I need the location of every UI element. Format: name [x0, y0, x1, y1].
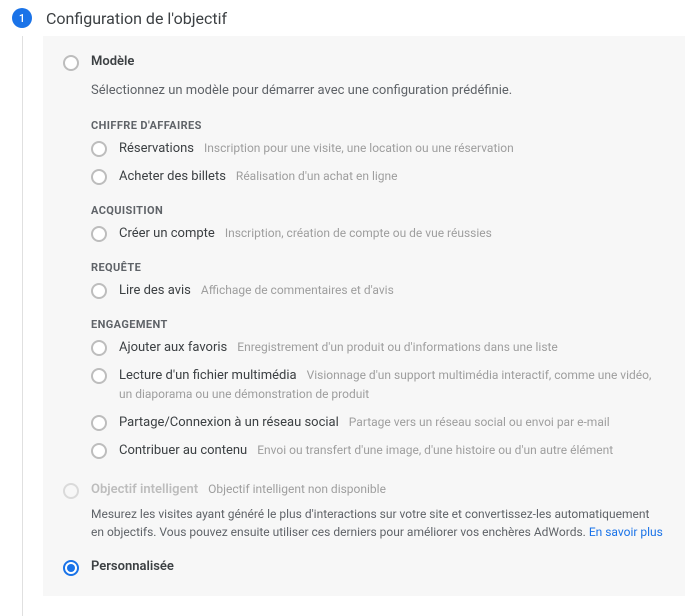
category-title: CHIFFRE D'AFFAIRES — [91, 119, 665, 132]
template-option[interactable]: Lecture d'un fichier multimédiaVisionnag… — [91, 367, 665, 403]
radio-template[interactable] — [91, 443, 107, 459]
template-text: Lecture d'un fichier multimédiaVisionnag… — [119, 367, 665, 403]
radio-template[interactable] — [91, 169, 107, 185]
template-category: ACQUISITION Créer un compte Inscription, c… — [91, 204, 665, 243]
step-number-badge: 1 — [12, 8, 32, 28]
template-text: Créer un compte Inscription, création de … — [119, 225, 665, 243]
step-title: Configuration de l'objectif — [46, 9, 227, 28]
radio-template[interactable] — [91, 340, 107, 356]
category-title: ACQUISITION — [91, 204, 665, 217]
option-model[interactable]: Modèle — [63, 54, 665, 71]
model-help-text: Sélectionnez un modèle pour démarrer ave… — [91, 81, 665, 101]
template-option[interactable]: Lire des avis Affichage de commentaires e… — [91, 282, 665, 300]
option-smart-goal: Objectif intelligent Objectif intelligen… — [63, 482, 665, 499]
template-text: Ajouter aux favoris Enregistrement d'un p… — [119, 339, 665, 357]
template-option[interactable]: Créer un compte Inscription, création de … — [91, 225, 665, 243]
learn-more-link[interactable]: En savoir plus — [589, 525, 663, 539]
template-option[interactable]: Réservations Inscription pour une visite,… — [91, 140, 665, 158]
template-option[interactable]: Partage/Connexion à un réseau social Part… — [91, 414, 665, 432]
template-option[interactable]: Acheter des billets Réalisation d'un acha… — [91, 168, 665, 186]
template-description: Enregistrement d'un produit ou d'informa… — [237, 340, 558, 354]
option-custom[interactable]: Personnalisée — [63, 559, 665, 576]
goal-panel: Modèle Sélectionnez un modèle pour démar… — [43, 36, 685, 596]
template-name: Acheter des billets — [119, 169, 226, 184]
template-name: Créer un compte — [119, 226, 215, 241]
option-model-label: Modèle — [91, 54, 134, 69]
template-text: Lire des avis Affichage de commentaires e… — [119, 282, 665, 300]
radio-template[interactable] — [91, 226, 107, 242]
template-name: Contribuer au contenu — [119, 443, 247, 458]
option-smart-hint: Objectif intelligent non disponible — [208, 482, 386, 496]
template-category: REQUÊTE Lire des avis Affichage de comment… — [91, 261, 665, 300]
step-body: Modèle Sélectionnez un modèle pour démar… — [22, 36, 685, 616]
template-category: ENGAGEMENT Ajouter aux favoris Enregistrem… — [91, 318, 665, 460]
template-description: Envoi ou transfert d'une image, d'une hi… — [257, 443, 613, 457]
option-smart-label: Objectif intelligent — [91, 482, 198, 497]
radio-template[interactable] — [91, 283, 107, 299]
template-option[interactable]: Ajouter aux favoris Enregistrement d'un p… — [91, 339, 665, 357]
template-description: Inscription, création de compte ou de vu… — [225, 226, 492, 240]
radio-template[interactable] — [91, 141, 107, 157]
radio-template[interactable] — [91, 368, 107, 384]
template-text: Réservations Inscription pour une visite,… — [119, 140, 665, 158]
step-header[interactable]: 1 Configuration de l'objectif — [0, 0, 685, 36]
radio-model[interactable] — [63, 55, 79, 71]
category-title: REQUÊTE — [91, 261, 665, 274]
template-text: Acheter des billets Réalisation d'un acha… — [119, 168, 665, 186]
template-name: Ajouter aux favoris — [119, 340, 227, 355]
template-name: Réservations — [119, 141, 194, 156]
template-text: Partage/Connexion à un réseau social Part… — [119, 414, 665, 432]
template-name: Lire des avis — [119, 283, 191, 298]
radio-smart-goal — [63, 483, 79, 499]
radio-template[interactable] — [91, 415, 107, 431]
option-custom-label: Personnalisée — [91, 559, 174, 574]
category-title: ENGAGEMENT — [91, 318, 665, 331]
template-description: Partage vers un réseau social ou envoi p… — [349, 415, 610, 429]
smart-desc-text: Mesurez les visites ayant généré le plus… — [91, 507, 649, 539]
template-text: Contribuer au contenu Envoi ou transfert … — [119, 442, 665, 460]
template-option[interactable]: Contribuer au contenu Envoi ou transfert … — [91, 442, 665, 460]
radio-custom[interactable] — [63, 560, 79, 576]
smart-goal-description: Mesurez les visites ayant généré le plus… — [91, 505, 665, 541]
template-name: Partage/Connexion à un réseau social — [119, 415, 339, 430]
template-name: Lecture d'un fichier multimédia — [119, 368, 297, 383]
template-description: Inscription pour une visite, une locatio… — [204, 141, 514, 155]
template-description: Affichage de commentaires et d'avis — [201, 283, 394, 297]
template-description: Réalisation d'un achat en ligne — [236, 169, 398, 183]
template-category: CHIFFRE D'AFFAIRES Réservations Inscriptio… — [91, 119, 665, 186]
